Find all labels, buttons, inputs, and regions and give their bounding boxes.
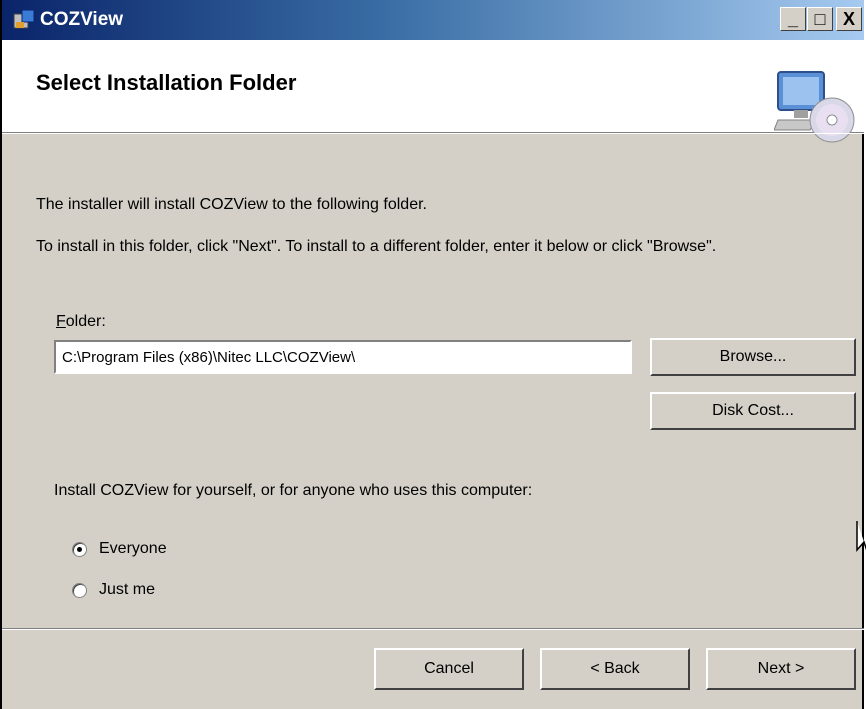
- radio-everyone-label[interactable]: Everyone: [99, 540, 167, 558]
- minimize-button[interactable]: _: [780, 7, 806, 31]
- folder-label: Folder:: [56, 313, 106, 331]
- radio-everyone-indicator[interactable]: [72, 541, 87, 557]
- installer-window: COZView _ □ X Select Installation Folder…: [0, 0, 866, 709]
- folder-label-rest: older:: [65, 313, 106, 330]
- installer-icon: [13, 9, 35, 29]
- maximize-button[interactable]: □: [807, 7, 833, 31]
- intro-text: The installer will install COZView to th…: [36, 196, 427, 213]
- title-bar[interactable]: COZView _ □ X: [2, 0, 864, 40]
- instructions-text: To install in this folder, click "Next".…: [36, 238, 717, 255]
- mouse-cursor-icon: [856, 521, 866, 552]
- radio-just-me[interactable]: Just me: [72, 581, 155, 599]
- header-divider: [2, 133, 864, 134]
- footer-divider-highlight: [2, 629, 864, 630]
- radio-just-me-indicator[interactable]: [72, 582, 87, 598]
- cancel-button[interactable]: Cancel: [374, 648, 524, 690]
- radio-just-me-label[interactable]: Just me: [99, 581, 155, 599]
- close-button[interactable]: X: [836, 7, 862, 31]
- back-button[interactable]: < Back: [540, 648, 690, 690]
- next-button[interactable]: Next >: [706, 648, 856, 690]
- folder-path-input[interactable]: [54, 340, 632, 374]
- radio-everyone[interactable]: Everyone: [72, 540, 167, 558]
- header-panel: Select Installation Folder: [2, 40, 864, 143]
- page-title: Select Installation Folder: [36, 70, 297, 95]
- scope-question: Install COZView for yourself, or for any…: [54, 482, 533, 499]
- computer-cd-icon: [774, 71, 855, 143]
- browse-button[interactable]: Browse...: [650, 338, 856, 376]
- disk-cost-button[interactable]: Disk Cost...: [650, 392, 856, 430]
- window-title: COZView: [40, 9, 124, 30]
- folder-label-accel: F: [56, 313, 66, 330]
